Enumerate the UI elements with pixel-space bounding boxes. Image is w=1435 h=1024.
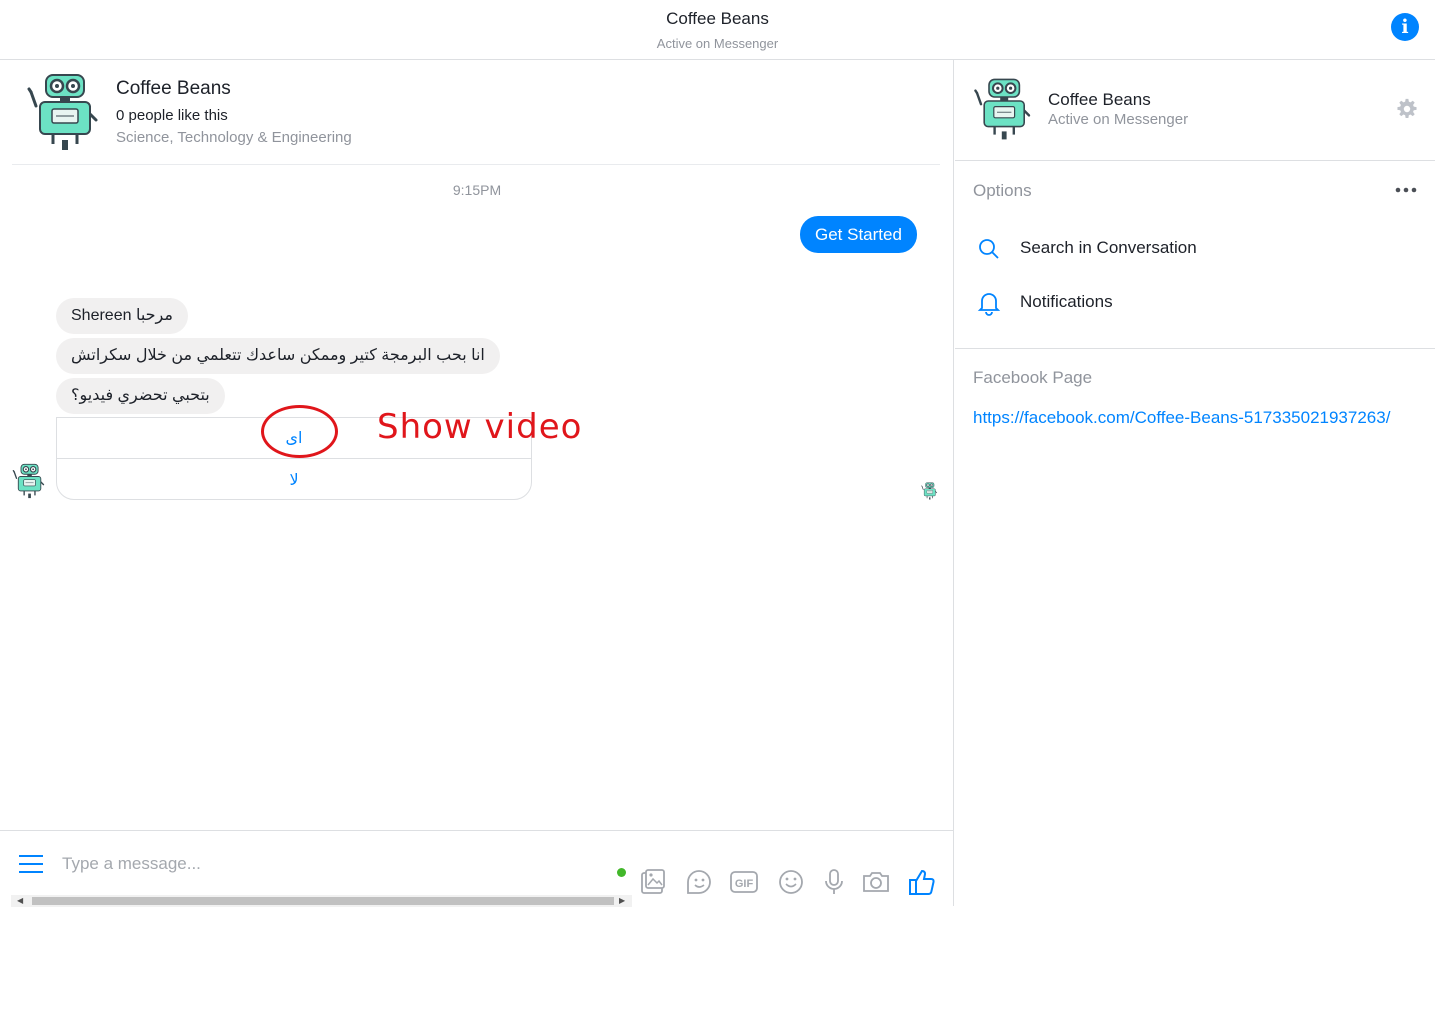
message-timestamp: 9:15PM [452, 182, 502, 198]
svg-text:GIF: GIF [735, 878, 754, 890]
received-message: انا بحب البرمجة كتير وممكن ساعدك تتعلمي … [56, 338, 500, 374]
horizontal-scrollbar[interactable]: ◀ ▶ [11, 895, 632, 907]
conversation-details-panel: Coffee Beans Active on Messenger Options… [955, 60, 1435, 906]
quick-reply-no[interactable]: لا [57, 460, 531, 501]
seen-indicator-avatar [921, 482, 939, 500]
scroll-right-icon[interactable]: ▶ [619, 897, 625, 905]
received-message: مرحبا Shereen [56, 298, 188, 334]
annotation-label: Show video [377, 407, 583, 447]
gear-icon[interactable] [1396, 98, 1418, 120]
option-notifications[interactable]: Notifications [973, 286, 1413, 320]
search-icon [979, 239, 999, 259]
message-composer: GIF ◀ ▶ [0, 830, 954, 907]
robot-avatar [973, 77, 1037, 141]
emoji-icon[interactable] [776, 867, 806, 897]
option-label: Notifications [1020, 292, 1113, 311]
photo-icon[interactable] [638, 867, 668, 897]
received-message: بتحبي تحضري فيديو؟ [56, 378, 225, 414]
divider [955, 348, 1435, 349]
top-header: Coffee Beans Active on Messenger i [0, 0, 1435, 60]
conversation-status: Active on Messenger [656, 36, 779, 51]
option-label: Search in Conversation [1020, 238, 1197, 257]
details-status: Active on Messenger [1048, 111, 1189, 128]
bell-icon [977, 293, 1001, 316]
info-icon[interactable]: i [1391, 13, 1419, 41]
active-status-dot [617, 868, 626, 877]
facebook-page-link[interactable]: https://facebook.com/Coffee-Beans-517335… [973, 408, 1390, 428]
conversation-title: Coffee Beans [666, 9, 769, 28]
thumbs-up-icon[interactable] [907, 867, 937, 897]
details-header: Coffee Beans Active on Messenger [955, 60, 1435, 161]
chat-panel: Coffee Beans 0 people like this Science,… [0, 60, 954, 907]
robot-avatar [12, 463, 48, 499]
sent-message-get-started[interactable]: Get Started [800, 216, 917, 253]
page-category: Science, Technology & Engineering [116, 129, 352, 146]
page-name: Coffee Beans [116, 78, 231, 99]
scroll-left-icon[interactable]: ◀ [17, 897, 23, 905]
option-search-in-conversation[interactable]: Search in Conversation [973, 232, 1413, 266]
scrollbar-thumb[interactable] [32, 897, 614, 905]
page-info-card: Coffee Beans 0 people like this Science,… [12, 60, 940, 165]
camera-icon[interactable] [861, 867, 891, 897]
more-options-icon[interactable] [1395, 186, 1417, 194]
message-input[interactable] [62, 849, 602, 879]
facebook-page-heading: Facebook Page [973, 368, 1093, 387]
robot-avatar [26, 72, 106, 152]
page-likes: 0 people like this [116, 107, 228, 124]
microphone-icon[interactable] [819, 867, 849, 897]
annotation-circle [261, 405, 338, 458]
gif-icon[interactable]: GIF [729, 867, 759, 897]
sticker-icon[interactable] [684, 867, 714, 897]
options-heading: Options [973, 181, 1032, 200]
details-name: Coffee Beans [1048, 90, 1151, 109]
menu-icon[interactable] [19, 854, 43, 874]
